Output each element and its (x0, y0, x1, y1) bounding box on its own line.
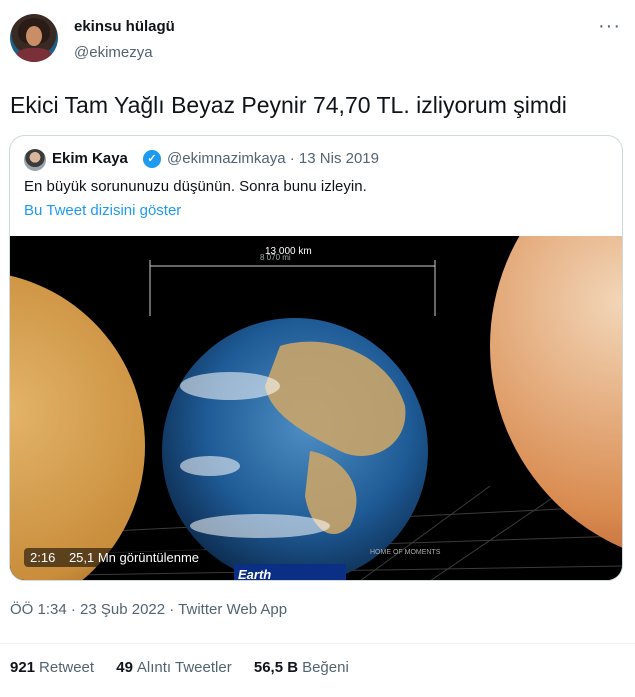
video-views: 25,1 Mn görüntülenme (68, 550, 200, 565)
quoted-tweet[interactable]: Ekim Kaya ✓ @ekimnazimkaya · 13 Nis 2019… (9, 135, 623, 581)
author-name[interactable]: ekinsu hülagü (74, 18, 175, 35)
more-horizontal-icon[interactable]: ··· (598, 16, 621, 36)
divider (0, 643, 635, 644)
quoted-avatar[interactable] (24, 149, 46, 171)
video-watermark: HOME OF MOMENTS (370, 549, 441, 556)
author-avatar[interactable] (10, 14, 58, 62)
quote-label: Alıntı Tweetler (136, 659, 232, 676)
retweet-label: Retweet (39, 659, 95, 676)
show-thread-link[interactable]: Bu Tweet dizisini göster (24, 202, 181, 219)
video-player[interactable]: HOME OF MOMENTS 8 070 mi 13 000 km Earth… (10, 236, 622, 581)
planet-caption: Earth (238, 567, 272, 581)
like-count: 56,5 B (253, 659, 299, 676)
author-handle[interactable]: @ekimezya (74, 44, 153, 61)
tweet-stats: 921 Retweet 49 Alıntı Tweetler 56,5 B Beğen… (10, 659, 367, 676)
likes-stat[interactable]: 56,5 B Beğeni (254, 659, 349, 676)
quote-count: 49 (116, 659, 133, 676)
retweet-count: 921 (10, 659, 36, 676)
scale-label: 13 000 km (265, 246, 312, 257)
like-label: Beğeni (302, 659, 349, 676)
avatar-shirt (16, 48, 52, 62)
quoted-author-name[interactable]: Ekim Kaya (52, 150, 128, 167)
video-info-overlay: 2:16 25,1 Mn görüntülenme (24, 548, 206, 567)
video-duration: 2:16 (30, 550, 56, 565)
verified-badge-icon: ✓ (143, 150, 161, 168)
quoted-handle-date[interactable]: @ekimnazimkaya · 13 Nis 2019 (167, 150, 379, 167)
avatar-face (26, 26, 42, 46)
tweet-text: Ekici Tam Yağlı Beyaz Peynir 74,70 TL. i… (10, 92, 567, 118)
retweets-stat[interactable]: 921 Retweet (10, 659, 94, 676)
quoted-text: En büyük sorununuzu düşünün. Sonra bunu … (24, 178, 367, 195)
quote-tweets-stat[interactable]: 49 Alıntı Tweetler (116, 659, 231, 676)
tweet-timestamp-source[interactable]: ÖÖ 1:34 · 23 Şub 2022 · Twitter Web App (10, 601, 287, 618)
video-frame: HOME OF MOMENTS (10, 236, 622, 580)
